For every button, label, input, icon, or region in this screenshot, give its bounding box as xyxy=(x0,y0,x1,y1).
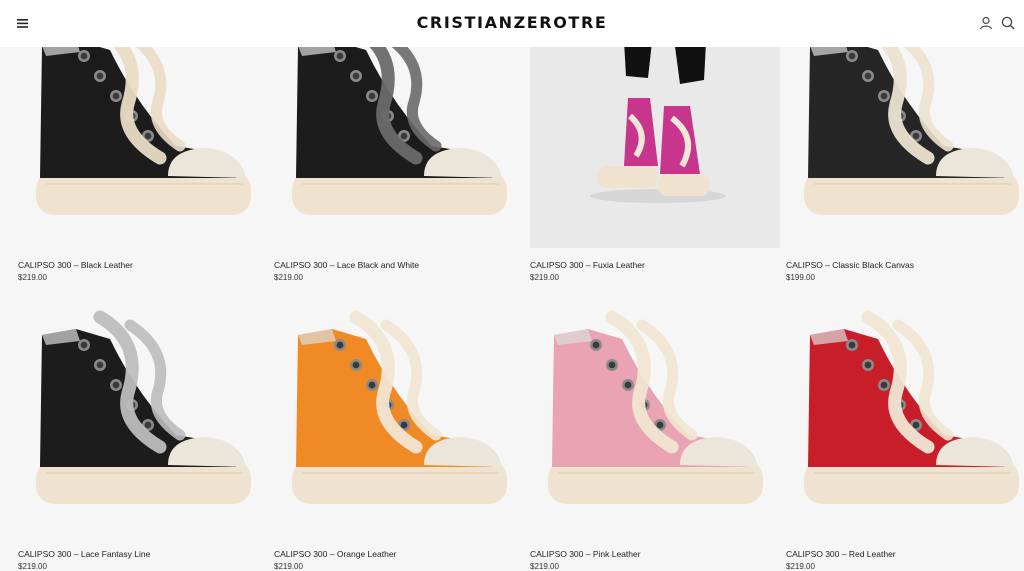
search-icon[interactable] xyxy=(999,14,1017,32)
product-title[interactable]: CALIPSO 300 – Lace Black and White xyxy=(274,260,419,270)
sneaker-illustration xyxy=(804,310,1019,504)
product-image[interactable] xyxy=(274,295,524,537)
site-header: CRISTIANZEROTRE xyxy=(0,0,1024,47)
product-price: $219.00 xyxy=(274,562,303,571)
product-price: $219.00 xyxy=(786,562,815,571)
product-price: $219.00 xyxy=(530,562,559,571)
product-title[interactable]: CALIPSO 300 – Orange Leather xyxy=(274,549,396,559)
product-price: $199.00 xyxy=(786,273,815,282)
product-title[interactable]: CALIPSO 300 – Red Leather xyxy=(786,549,896,559)
product-price: $219.00 xyxy=(18,562,47,571)
product-image[interactable] xyxy=(530,295,780,537)
user-icon[interactable] xyxy=(977,14,995,32)
product-title[interactable]: CALIPSO 300 – Fuxia Leather xyxy=(530,260,645,270)
product-image[interactable] xyxy=(786,295,1024,537)
brand-logo[interactable]: CRISTIANZEROTRE xyxy=(0,13,1024,32)
sneaker-illustration xyxy=(36,310,251,504)
product-card[interactable]: CALIPSO 300 – Pink Leather $219.00 xyxy=(530,295,780,571)
product-title[interactable]: CALIPSO 300 – Pink Leather xyxy=(530,549,641,559)
product-price: $219.00 xyxy=(18,273,47,282)
product-card[interactable]: CALIPSO 300 – Lace Fantasy Line $219.00 xyxy=(18,295,268,571)
sneaker-illustration xyxy=(292,310,507,504)
product-card[interactable]: CALIPSO 300 – Red Leather $219.00 xyxy=(786,295,1024,571)
product-image[interactable] xyxy=(18,295,268,537)
sneaker-illustration xyxy=(548,310,763,504)
product-price: $219.00 xyxy=(530,273,559,282)
product-price: $219.00 xyxy=(274,273,303,282)
product-title[interactable]: CALIPSO 300 – Black Leather xyxy=(18,260,133,270)
product-title[interactable]: CALIPSO – Classic Black Canvas xyxy=(786,260,914,270)
product-title[interactable]: CALIPSO 300 – Lace Fantasy Line xyxy=(18,549,150,559)
product-card[interactable]: CALIPSO 300 – Orange Leather $219.00 xyxy=(274,295,524,571)
